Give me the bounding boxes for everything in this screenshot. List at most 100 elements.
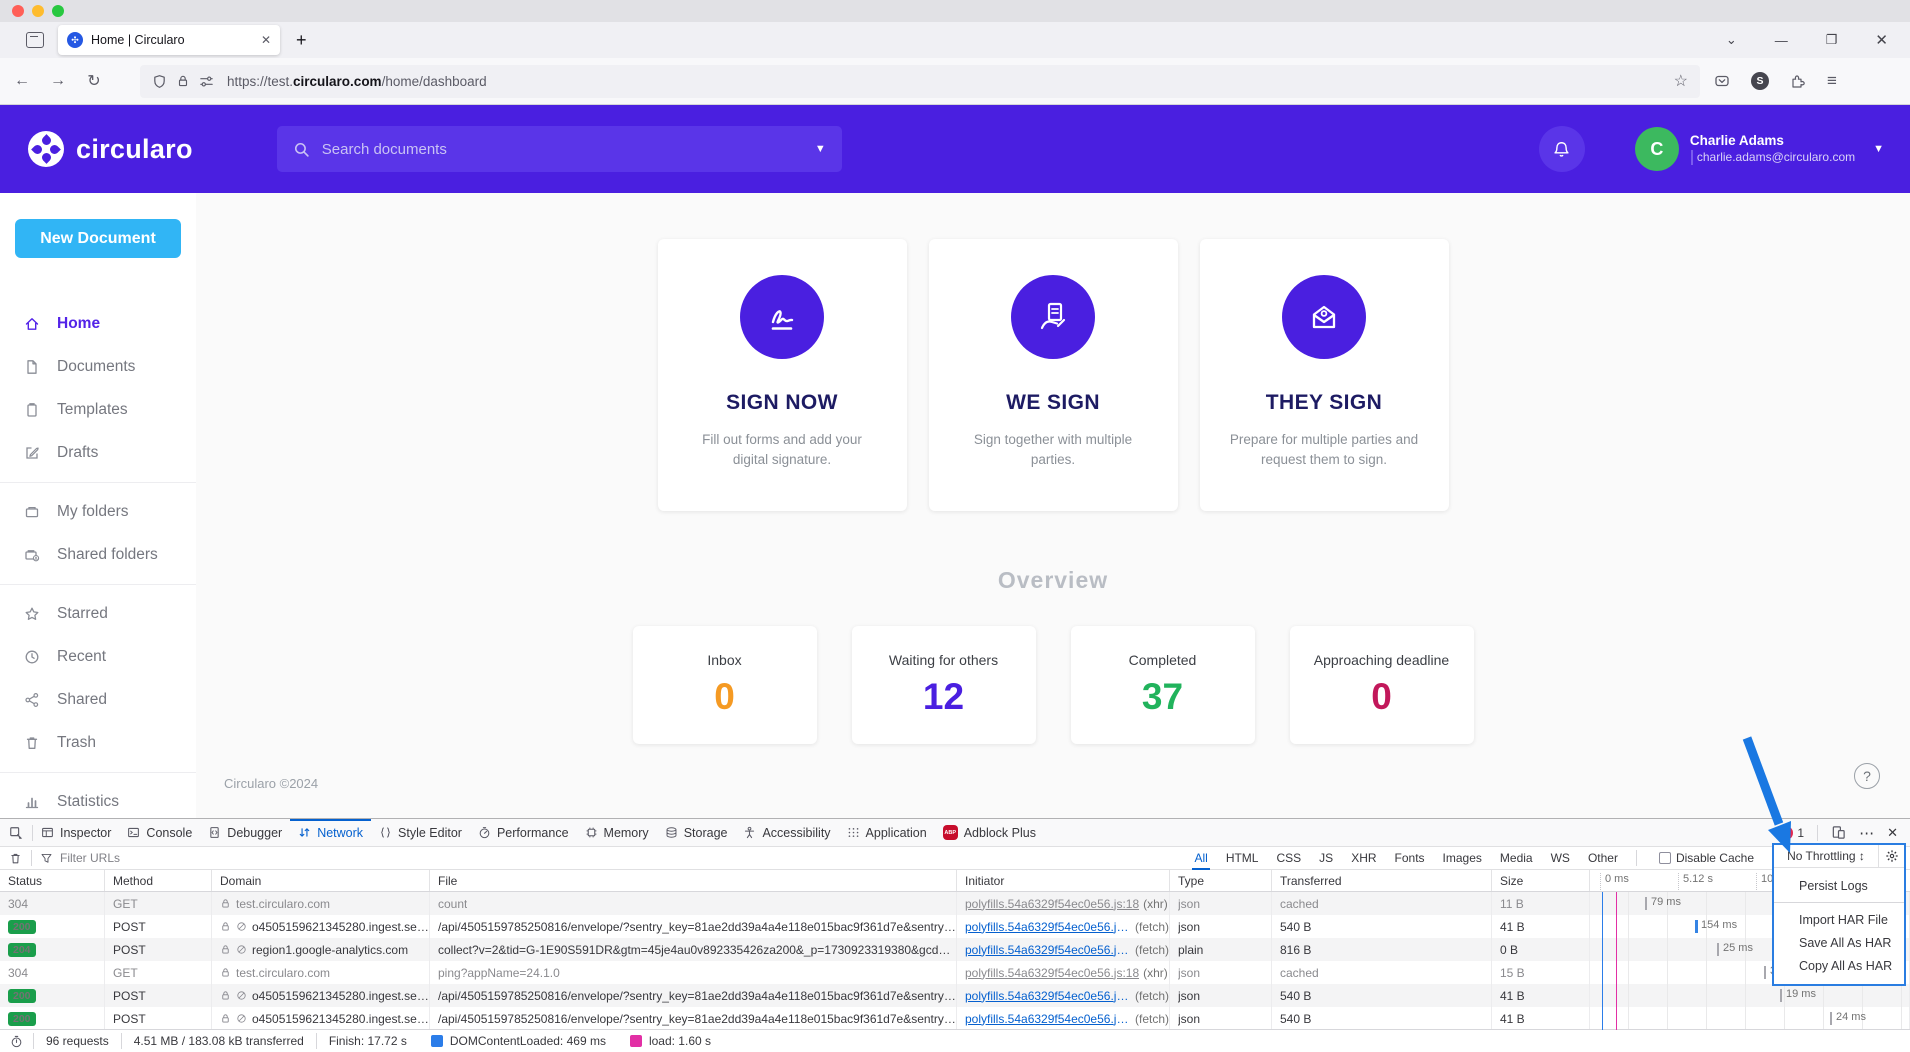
extensions-puzzle-icon[interactable] <box>1790 73 1806 89</box>
devtools-tab[interactable]: Debugger <box>200 819 290 846</box>
column-header-size[interactable]: Size <box>1492 870 1590 891</box>
user-avatar[interactable]: C <box>1635 127 1679 171</box>
user-menu-chevron-icon[interactable]: ▼ <box>1873 143 1884 155</box>
column-header-type[interactable]: Type <box>1170 870 1272 891</box>
type-filter-pill[interactable]: CSS <box>1268 849 1309 867</box>
sidebar-item[interactable]: Starred <box>0 584 196 635</box>
new-tab-button[interactable]: + <box>296 30 307 51</box>
devtools-tab[interactable]: ABP Adblock Plus <box>935 819 1044 846</box>
network-request-row[interactable]: 304 GET test.circularo.com count polyfil… <box>0 892 1910 915</box>
shield-icon[interactable] <box>152 74 167 89</box>
context-menu-item[interactable]: Save All As HAR <box>1774 931 1904 954</box>
type-filter-pill[interactable]: WS <box>1543 849 1578 867</box>
action-card[interactable]: SIGN NOW Fill out forms and add your dig… <box>658 239 907 511</box>
checkbox-icon[interactable] <box>1659 852 1671 864</box>
network-request-row[interactable]: 200 POST o4505159621345280.ingest.sent… … <box>0 984 1910 1007</box>
devtools-tab[interactable]: Memory <box>577 819 657 846</box>
app-menu-icon[interactable]: ≡ <box>1827 71 1837 91</box>
firefox-view-icon[interactable] <box>26 32 44 48</box>
devtools-tab[interactable]: Performance <box>470 819 577 846</box>
devtools-tab[interactable]: Style Editor <box>371 819 470 846</box>
type-filter-pill[interactable]: XHR <box>1343 849 1384 867</box>
new-document-button[interactable]: New Document <box>15 219 181 258</box>
sidebar-item[interactable]: Trash <box>0 721 196 764</box>
minimize-window-button[interactable] <box>32 5 44 17</box>
sidebar-item[interactable]: Documents <box>0 345 196 388</box>
help-button[interactable]: ? <box>1854 763 1880 789</box>
circularo-logo[interactable]: circularo <box>28 131 193 167</box>
sidebar-item[interactable]: Shared <box>0 678 196 721</box>
sidebar-item[interactable]: Statistics <box>0 772 196 823</box>
initiator-link[interactable]: polyfills.54a6329f54ec0e56.js:18 <box>965 943 1131 957</box>
column-header-domain[interactable]: Domain <box>212 870 430 891</box>
close-window-button[interactable] <box>12 5 24 17</box>
bookmark-star-icon[interactable]: ☆ <box>1674 71 1688 91</box>
network-request-row[interactable]: 200 POST o4505159621345280.ingest.sent… … <box>0 915 1910 938</box>
devtools-close-icon[interactable]: ✕ <box>1887 825 1898 841</box>
context-menu-item[interactable]: Persist Logs <box>1774 874 1904 897</box>
type-filter-pill[interactable]: Other <box>1580 849 1626 867</box>
context-menu-item[interactable]: Import HAR File <box>1774 908 1904 931</box>
stat-card[interactable]: Waiting for others 12 <box>852 626 1036 744</box>
extension-s-icon[interactable]: S <box>1751 72 1769 90</box>
type-filter-pill[interactable]: JS <box>1311 849 1341 867</box>
initiator-link[interactable]: polyfills.54a6329f54ec0e56.js:18 <box>965 966 1139 980</box>
stat-card[interactable]: Inbox 0 <box>633 626 817 744</box>
performance-analysis-icon[interactable] <box>0 1033 34 1049</box>
window-minimize-button[interactable]: — <box>1775 33 1788 48</box>
column-header-method[interactable]: Method <box>105 870 212 891</box>
initiator-link[interactable]: polyfills.54a6329f54ec0e56.js:18 <box>965 989 1131 1003</box>
type-filter-pill[interactable]: Media <box>1492 849 1541 867</box>
sidebar-item[interactable]: Templates <box>0 388 196 431</box>
search-dropdown-chevron-icon[interactable]: ▼ <box>815 143 826 155</box>
action-card[interactable]: WE SIGN Sign together with multiple part… <box>929 239 1178 511</box>
forward-button[interactable]: → <box>44 72 72 90</box>
back-button[interactable]: ← <box>8 72 36 90</box>
devtools-tab[interactable]: Network <box>290 819 371 846</box>
action-card[interactable]: THEY SIGN Prepare for multiple parties a… <box>1200 239 1449 511</box>
pocket-icon[interactable] <box>1714 73 1730 89</box>
filter-urls-input[interactable]: Filter URLs <box>60 851 120 865</box>
sidebar-item[interactable]: My folders <box>0 482 196 533</box>
network-request-row[interactable]: 200 POST o4505159621345280.ingest.sent… … <box>0 1007 1910 1030</box>
devtools-tab[interactable]: Inspector <box>33 819 119 846</box>
responsive-design-icon[interactable] <box>1831 825 1846 840</box>
devtools-menu-icon[interactable]: ⋯ <box>1859 824 1874 842</box>
disable-cache-checkbox[interactable]: Disable Cache <box>1659 851 1754 865</box>
devtools-tab[interactable]: Application <box>839 819 935 846</box>
column-header-initiator[interactable]: Initiator <box>957 870 1170 891</box>
type-filter-pill[interactable]: All <box>1186 849 1215 867</box>
initiator-link[interactable]: polyfills.54a6329f54ec0e56.js:18 <box>965 897 1139 911</box>
column-header-status[interactable]: Status <box>0 870 105 891</box>
devtools-tab[interactable]: Storage <box>657 819 736 846</box>
initiator-link[interactable]: polyfills.54a6329f54ec0e56.js:18 <box>965 1012 1131 1026</box>
type-filter-pill[interactable]: HTML <box>1218 849 1267 867</box>
sidebar-item[interactable]: Recent <box>0 635 196 678</box>
window-close-button[interactable]: ✕ <box>1875 31 1888 49</box>
tab-close-icon[interactable]: ✕ <box>261 33 271 47</box>
browser-tab[interactable]: ✣ Home | Circularo ✕ <box>58 25 280 55</box>
notifications-button[interactable] <box>1539 126 1585 172</box>
clear-requests-icon[interactable] <box>0 852 31 865</box>
initiator-link[interactable]: polyfills.54a6329f54ec0e56.js:18 <box>965 920 1131 934</box>
network-settings-gear-icon[interactable] <box>1878 845 1904 867</box>
network-request-row[interactable]: 204 POST region1.google-analytics.com co… <box>0 938 1910 961</box>
context-menu-item[interactable]: Copy All As HAR <box>1774 954 1904 977</box>
devtools-tab[interactable]: Console <box>119 819 200 846</box>
pick-element-icon[interactable] <box>0 826 32 840</box>
url-bar[interactable]: https://test.circularo.com/home/dashboar… <box>140 65 1700 98</box>
reload-button[interactable]: ↻ <box>80 71 108 91</box>
type-filter-pill[interactable]: Fonts <box>1387 849 1433 867</box>
zoom-window-button[interactable] <box>52 5 64 17</box>
user-info[interactable]: Charlie Adams charlie.adams@circularo.co… <box>1690 133 1855 165</box>
window-restore-button[interactable]: ❐ <box>1826 32 1838 48</box>
stat-card[interactable]: Approaching deadline 0 <box>1290 626 1474 744</box>
sidebar-item[interactable]: Drafts <box>0 431 196 474</box>
throttling-select[interactable]: No Throttling ↕ <box>1774 845 1904 868</box>
network-request-row[interactable]: 304 GET test.circularo.com ping?appName=… <box>0 961 1910 984</box>
devtools-tab[interactable]: Accessibility <box>735 819 838 846</box>
sidebar-item[interactable]: Home <box>0 302 196 345</box>
column-header-file[interactable]: File <box>430 870 957 891</box>
error-count-badge[interactable]: ! 1 <box>1779 826 1804 840</box>
sidebar-item[interactable]: Shared folders <box>0 533 196 576</box>
